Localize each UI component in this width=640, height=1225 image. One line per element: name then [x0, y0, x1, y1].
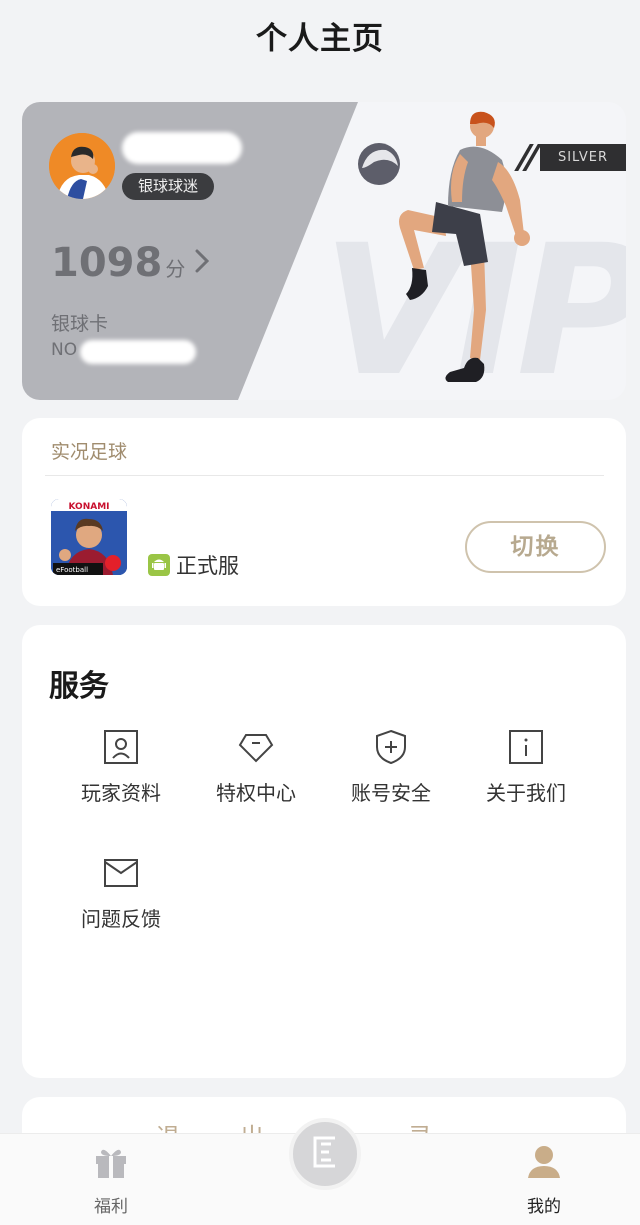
service-label: 问题反馈 [81, 907, 161, 931]
points-value: 1098 [51, 240, 163, 286]
service-account-security[interactable]: 账号安全 [324, 729, 458, 806]
service-feedback[interactable]: 问题反馈 [54, 855, 188, 932]
game-section-title: 实况足球 [51, 441, 128, 463]
app-brand-text: KONAMI [68, 502, 109, 512]
game-app-icon[interactable]: KONAMI eFootball [51, 499, 127, 575]
player-illustration [358, 111, 530, 382]
game-card: 实况足球 KONAMI eFootball 正式服 切换 [22, 418, 626, 606]
tier-badge: SILVER [540, 144, 626, 171]
user-icon [526, 1144, 562, 1184]
card-name: 银球卡 [51, 313, 109, 335]
shield-icon [373, 729, 409, 765]
home-logo-icon [305, 1132, 345, 1176]
service-about-us[interactable]: 关于我们 [459, 729, 593, 806]
tab-welfare[interactable]: 福利 [66, 1144, 156, 1217]
app-title-text: eFootball [56, 566, 88, 574]
service-label: 关于我们 [486, 781, 566, 805]
divider [45, 475, 604, 476]
service-privilege-center[interactable]: 特权中心 [189, 729, 323, 806]
page-title: 个人主页 [256, 20, 384, 57]
avatar[interactable] [49, 133, 115, 199]
envelope-icon [103, 855, 139, 891]
page-header: 个人主页 [0, 0, 640, 70]
rank-badge: 银球球迷 [122, 173, 215, 200]
services-title: 服务 [49, 669, 109, 704]
service-player-profile[interactable]: 玩家资料 [54, 729, 188, 806]
gift-icon [93, 1144, 129, 1184]
card-number-redacted [80, 340, 196, 364]
profile-card-icon [103, 729, 139, 765]
service-label: 账号安全 [351, 781, 431, 805]
server-label: 正式服 [176, 554, 239, 578]
home-button[interactable] [289, 1118, 361, 1190]
vip-card[interactable]: VIP 银球球迷 1098 分 银球卡 NO SILVER [22, 102, 626, 400]
username-redacted [122, 132, 242, 164]
server-info: 正式服 [148, 550, 239, 580]
info-icon [508, 729, 544, 765]
service-label: 特权中心 [216, 781, 296, 805]
card-number-prefix: NO [51, 340, 78, 360]
tab-label: 我的 [527, 1197, 561, 1217]
service-label: 玩家资料 [81, 781, 161, 805]
switch-button[interactable]: 切换 [465, 521, 606, 573]
services-card: 服务 玩家资料 特权中心 账号安全 关于我们 问题反馈 [22, 625, 626, 1078]
chevron-right-icon [195, 249, 210, 277]
tab-label: 福利 [94, 1197, 128, 1217]
tab-mine[interactable]: 我的 [499, 1144, 589, 1217]
points-display[interactable]: 1098 分 [51, 240, 210, 286]
android-icon [148, 554, 170, 576]
points-unit: 分 [165, 257, 186, 281]
privilege-diamond-icon [238, 729, 274, 765]
